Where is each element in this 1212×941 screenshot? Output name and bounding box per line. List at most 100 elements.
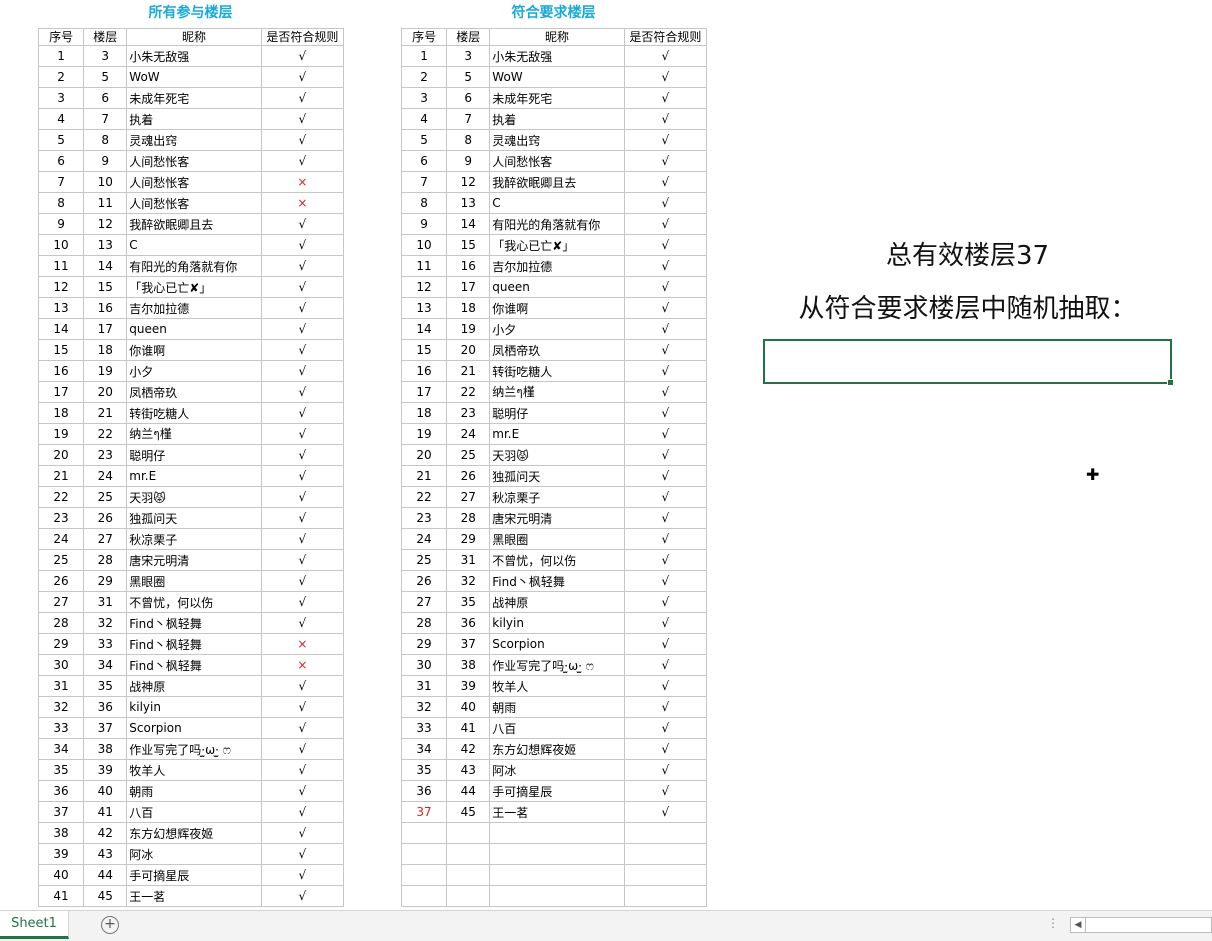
rule-check-cell[interactable]: √ xyxy=(623,402,708,424)
rule-check-cell[interactable]: √ xyxy=(260,339,345,361)
nickname-cell[interactable]: 手可摘星辰 xyxy=(489,780,625,802)
nickname-cell[interactable]: queen xyxy=(126,318,262,340)
rule-check-cell[interactable]: √ xyxy=(260,486,345,508)
nickname-cell[interactable]: 聪明仔 xyxy=(489,402,625,424)
nickname-cell[interactable]: 转街吃糖人 xyxy=(489,360,625,382)
seq-cell[interactable]: 27 xyxy=(37,591,85,613)
floor-cell[interactable]: 15 xyxy=(83,276,128,298)
seq-cell[interactable] xyxy=(400,885,448,907)
seq-cell[interactable]: 16 xyxy=(400,360,448,382)
nickname-cell[interactable]: 我醉欲眠卿且去 xyxy=(489,171,625,193)
rule-check-cell[interactable]: √ xyxy=(260,402,345,424)
rule-check-cell[interactable]: √ xyxy=(260,864,345,886)
seq-cell[interactable]: 21 xyxy=(37,465,85,487)
rule-check-cell[interactable]: √ xyxy=(623,45,708,67)
floor-cell[interactable]: 26 xyxy=(446,465,491,487)
nickname-cell[interactable]: mr.E xyxy=(489,423,625,445)
floor-cell[interactable]: 37 xyxy=(83,717,128,739)
nickname-cell[interactable]: 阿冰 xyxy=(126,843,262,865)
nickname-cell[interactable]: 灵魂出窍 xyxy=(126,129,262,151)
floor-cell[interactable]: 41 xyxy=(446,717,491,739)
seq-cell[interactable]: 23 xyxy=(400,507,448,529)
rule-check-cell[interactable]: √ xyxy=(623,339,708,361)
floor-cell[interactable]: 38 xyxy=(83,738,128,760)
seq-cell[interactable]: 4 xyxy=(37,108,85,130)
rule-check-cell[interactable]: √ xyxy=(260,843,345,865)
floor-cell[interactable]: 23 xyxy=(446,402,491,424)
seq-cell[interactable]: 9 xyxy=(400,213,448,235)
floor-cell[interactable]: 21 xyxy=(446,360,491,382)
floor-cell[interactable]: 6 xyxy=(446,87,491,109)
seq-cell[interactable]: 8 xyxy=(37,192,85,214)
nickname-cell[interactable]: 「我心已亡✘」 xyxy=(489,234,625,256)
seq-cell[interactable]: 14 xyxy=(400,318,448,340)
floor-cell[interactable]: 39 xyxy=(83,759,128,781)
rule-check-cell[interactable]: √ xyxy=(623,66,708,88)
floor-cell[interactable]: 29 xyxy=(83,570,128,592)
nickname-cell[interactable]: kilyin xyxy=(489,612,625,634)
rule-check-cell[interactable]: √ xyxy=(623,171,708,193)
rule-check-cell[interactable]: √ xyxy=(623,360,708,382)
nickname-cell[interactable]: WoW xyxy=(126,66,262,88)
floor-cell[interactable]: 5 xyxy=(446,66,491,88)
floor-cell[interactable]: 16 xyxy=(83,297,128,319)
rule-check-cell[interactable]: √ xyxy=(260,738,345,760)
rule-check-cell[interactable]: √ xyxy=(623,675,708,697)
floor-cell[interactable]: 28 xyxy=(83,549,128,571)
nickname-cell[interactable]: 人间愁怅客 xyxy=(126,150,262,172)
floor-cell[interactable]: 32 xyxy=(446,570,491,592)
seq-cell[interactable]: 26 xyxy=(400,570,448,592)
seq-cell[interactable]: 20 xyxy=(400,444,448,466)
seq-cell[interactable]: 33 xyxy=(400,717,448,739)
header-rule-check[interactable]: 是否符合规则 xyxy=(623,28,708,46)
seq-cell[interactable] xyxy=(400,864,448,886)
nickname-cell[interactable] xyxy=(489,864,625,886)
floor-cell[interactable]: 25 xyxy=(83,486,128,508)
rule-check-cell[interactable]: √ xyxy=(623,717,708,739)
nickname-cell[interactable]: Find丶枫轻舞 xyxy=(126,633,262,655)
nickname-cell[interactable]: 「我心已亡✘」 xyxy=(126,276,262,298)
seq-cell[interactable]: 23 xyxy=(37,507,85,529)
floor-cell[interactable]: 8 xyxy=(83,129,128,151)
seq-cell[interactable]: 2 xyxy=(400,66,448,88)
seq-cell[interactable]: 2 xyxy=(37,66,85,88)
floor-cell[interactable]: 25 xyxy=(446,444,491,466)
nickname-cell[interactable]: 未成年死宅 xyxy=(126,87,262,109)
rule-check-cell[interactable] xyxy=(623,885,708,907)
nickname-cell[interactable]: 八百 xyxy=(126,801,262,823)
rule-check-cell[interactable]: √ xyxy=(260,885,345,907)
floor-cell[interactable]: 28 xyxy=(446,507,491,529)
seq-cell[interactable]: 26 xyxy=(37,570,85,592)
seq-cell[interactable]: 35 xyxy=(37,759,85,781)
nickname-cell[interactable]: 我醉欲眠卿且去 xyxy=(126,213,262,235)
rule-check-cell[interactable]: √ xyxy=(623,696,708,718)
floor-cell[interactable]: 40 xyxy=(446,696,491,718)
rule-check-cell[interactable]: √ xyxy=(260,381,345,403)
seq-cell[interactable]: 28 xyxy=(37,612,85,634)
floor-cell[interactable]: 13 xyxy=(446,192,491,214)
rule-check-cell[interactable] xyxy=(623,843,708,865)
rule-check-cell[interactable]: √ xyxy=(260,297,345,319)
rule-check-cell[interactable]: √ xyxy=(623,192,708,214)
seq-cell[interactable]: 7 xyxy=(400,171,448,193)
seq-cell[interactable]: 1 xyxy=(37,45,85,67)
floor-cell[interactable]: 45 xyxy=(446,801,491,823)
nickname-cell[interactable]: 八百 xyxy=(489,717,625,739)
floor-cell[interactable]: 26 xyxy=(83,507,128,529)
seq-cell[interactable]: 39 xyxy=(37,843,85,865)
seq-cell[interactable]: 30 xyxy=(37,654,85,676)
floor-cell[interactable]: 17 xyxy=(83,318,128,340)
rule-check-cell[interactable]: √ xyxy=(623,213,708,235)
nickname-cell[interactable]: 手可摘星辰 xyxy=(126,864,262,886)
nickname-cell[interactable]: 转街吃糖人 xyxy=(126,402,262,424)
rule-check-cell[interactable]: √ xyxy=(260,507,345,529)
rule-check-cell[interactable]: √ xyxy=(260,66,345,88)
floor-cell[interactable]: 3 xyxy=(446,45,491,67)
nickname-cell[interactable]: queen xyxy=(489,276,625,298)
seq-cell[interactable]: 22 xyxy=(37,486,85,508)
nickname-cell[interactable] xyxy=(489,885,625,907)
floor-cell[interactable]: 24 xyxy=(446,423,491,445)
seq-cell[interactable]: 9 xyxy=(37,213,85,235)
rule-check-cell[interactable]: √ xyxy=(623,444,708,466)
seq-cell[interactable]: 32 xyxy=(400,696,448,718)
